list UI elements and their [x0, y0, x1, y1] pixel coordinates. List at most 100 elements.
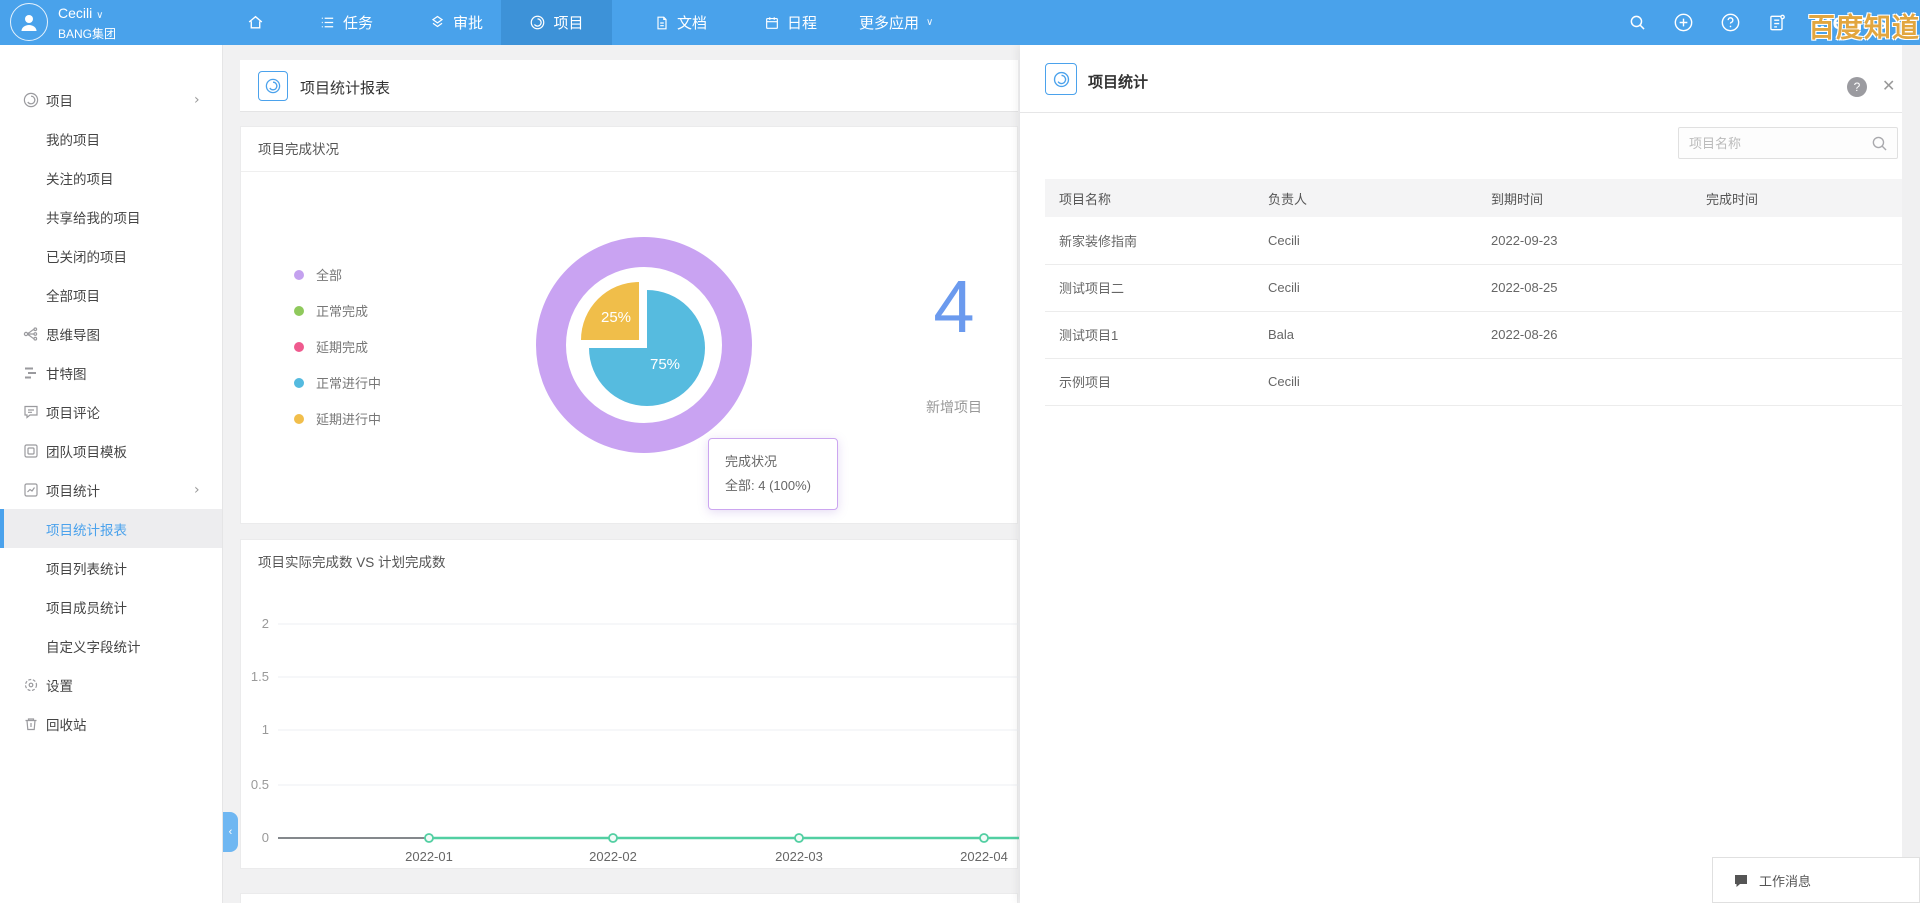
- work-message-widget[interactable]: 工作消息: [1712, 857, 1920, 903]
- calendar-icon: [764, 15, 780, 31]
- baidu-zhidao-watermark: 百度知道: [1808, 6, 1920, 45]
- cell-owner: Cecili: [1254, 264, 1477, 311]
- y-tick: 1.5: [251, 669, 269, 684]
- sidebar-item-recycle-bin[interactable]: 回收站: [0, 704, 222, 743]
- sidebar-item-my-projects[interactable]: 我的项目: [0, 119, 222, 158]
- sidebar-item-followed-projects[interactable]: 关注的项目: [0, 158, 222, 197]
- legend-dot: [294, 414, 304, 424]
- work-log-icon[interactable]: [1767, 13, 1787, 33]
- sidebar-item-project-stats-report[interactable]: 项目统计报表: [0, 509, 222, 548]
- data-point[interactable]: [795, 834, 803, 842]
- panel-help-icon[interactable]: ?: [1847, 77, 1867, 97]
- sidebar-item-shared-projects[interactable]: 共享给我的项目: [0, 197, 222, 236]
- cell-owner: Cecili: [1254, 358, 1477, 405]
- x-tick: 2022-01: [405, 849, 453, 864]
- document-icon: [654, 15, 670, 31]
- cell-owner: Cecili: [1254, 217, 1477, 264]
- sidebar-item-closed-projects[interactable]: 已关闭的项目: [0, 236, 222, 275]
- user-name[interactable]: Cecili ∨: [58, 4, 116, 25]
- nav-docs-label: 文档: [677, 12, 707, 33]
- project-icon: [264, 77, 282, 95]
- nav-calendar[interactable]: 日程: [750, 0, 831, 45]
- sidebar-item-project-comments[interactable]: 项目评论: [0, 392, 222, 431]
- x-tick: 2022-03: [775, 849, 823, 864]
- table-row[interactable]: 测试项目二 Cecili 2022-08-25: [1045, 264, 1902, 311]
- help-icon[interactable]: [1720, 12, 1741, 33]
- tooltip-value: 全部: 4 (100%): [725, 474, 837, 498]
- nav-home[interactable]: [232, 0, 279, 45]
- legend-dot: [294, 270, 304, 280]
- col-header-owner[interactable]: 负责人: [1254, 179, 1477, 217]
- next-card-sliver: [240, 893, 1018, 903]
- search-icon[interactable]: [1870, 134, 1889, 153]
- legend-item-completed-late[interactable]: 延期完成: [294, 337, 368, 356]
- add-icon[interactable]: [1673, 12, 1694, 33]
- nav-more-label: 更多应用: [859, 12, 919, 33]
- user-avatar[interactable]: [10, 3, 48, 41]
- nav-tasks[interactable]: 任务: [305, 0, 387, 45]
- sidebar-item-all-projects[interactable]: 全部项目: [0, 275, 222, 314]
- x-tick: 2022-02: [589, 849, 637, 864]
- cell-project-name[interactable]: 新家装修指南: [1045, 217, 1254, 264]
- table-row[interactable]: 示例项目 Cecili: [1045, 358, 1902, 405]
- cell-project-name[interactable]: 测试项目二: [1045, 264, 1254, 311]
- table-row[interactable]: 新家装修指南 Cecili 2022-09-23: [1045, 217, 1902, 264]
- panel-scrollbar-track[interactable]: [1902, 45, 1920, 903]
- comment-icon: [22, 403, 40, 421]
- data-point[interactable]: [609, 834, 617, 842]
- page-title: 项目统计报表: [300, 77, 390, 98]
- nav-project[interactable]: 项目: [501, 0, 612, 45]
- data-point[interactable]: [980, 834, 988, 842]
- col-header-due-date[interactable]: 到期时间: [1477, 179, 1692, 217]
- cell-owner: Bala: [1254, 311, 1477, 358]
- sidebar-item-mindmap[interactable]: 思维导图: [0, 314, 222, 353]
- sidebar-collapse-handle[interactable]: ‹: [223, 812, 238, 852]
- nav-approval[interactable]: 审批: [415, 0, 497, 45]
- top-nav: Cecili ∨ BANG集团 任务 审批 项目 文档 日程: [0, 0, 1920, 45]
- sidebar-item-project-list-stats[interactable]: 项目列表统计: [0, 548, 222, 587]
- nav-docs[interactable]: 文档: [640, 0, 721, 45]
- legend-dot: [294, 306, 304, 316]
- trend-card-title: 项目实际完成数 VS 计划完成数: [241, 540, 1017, 585]
- stat-value: 4: [869, 267, 1039, 347]
- sidebar-item-project-stats[interactable]: 项目统计 ›: [0, 470, 222, 509]
- table-row[interactable]: 测试项目1 Bala 2022-08-26: [1045, 311, 1902, 358]
- legend-item-all[interactable]: 全部: [294, 265, 342, 284]
- legend-item-completed-on-time[interactable]: 正常完成: [294, 301, 368, 320]
- sidebar-item-label: 项目: [46, 90, 73, 110]
- sidebar-item-gantt[interactable]: 甘特图: [0, 353, 222, 392]
- user-org: BANG集团: [58, 25, 116, 44]
- sidebar-item-team-templates[interactable]: 团队项目模板: [0, 431, 222, 470]
- new-projects-stat: 4 新增项目: [869, 267, 1039, 417]
- legend-item-in-progress[interactable]: 正常进行中: [294, 373, 381, 392]
- cell-project-name[interactable]: 示例项目: [1045, 358, 1254, 405]
- page-header: 项目统计报表: [240, 60, 1018, 112]
- trend-line-chart[interactable]: 2 1.5 1 0.5 0 2022-01 2022-02 2022-03 20…: [241, 586, 1019, 870]
- chart-tooltip: 完成状况 全部: 4 (100%): [708, 438, 838, 510]
- sidebar-item-project-member-stats[interactable]: 项目成员统计: [0, 587, 222, 626]
- col-header-completion-date[interactable]: 完成时间: [1692, 179, 1902, 217]
- nav-project-label: 项目: [553, 12, 583, 33]
- gantt-icon: [22, 364, 40, 382]
- search-icon[interactable]: [1628, 13, 1647, 32]
- nav-more-apps[interactable]: 更多应用 ∨: [845, 0, 947, 45]
- col-header-project-name[interactable]: 项目名称: [1045, 179, 1254, 217]
- sidebar-item-project[interactable]: 项目 ›: [0, 80, 222, 119]
- search-input[interactable]: [1679, 128, 1869, 158]
- y-tick: 1: [262, 722, 269, 737]
- nav-calendar-label: 日程: [787, 12, 817, 33]
- pie-label-75: 75%: [650, 356, 680, 373]
- completion-donut-chart[interactable]: 25% 75%: [524, 225, 764, 465]
- chat-bubble-icon: [1733, 873, 1749, 889]
- trend-chart-card: 项目实际完成数 VS 计划完成数 2 1.5 1 0.5 0 2022-01 2…: [240, 539, 1018, 869]
- y-tick: 2: [262, 616, 269, 631]
- legend-item-overdue-in-progress[interactable]: 延期进行中: [294, 409, 381, 428]
- data-point[interactable]: [425, 834, 433, 842]
- pie-label-25: 25%: [601, 309, 631, 326]
- legend-dot: [294, 342, 304, 352]
- sidebar-item-custom-field-stats[interactable]: 自定义字段统计: [0, 626, 222, 665]
- completion-card-title: 项目完成状况: [241, 127, 1017, 172]
- cell-project-name[interactable]: 测试项目1: [1045, 311, 1254, 358]
- sidebar-item-settings[interactable]: 设置: [0, 665, 222, 704]
- close-icon[interactable]: ✕: [1882, 76, 1895, 95]
